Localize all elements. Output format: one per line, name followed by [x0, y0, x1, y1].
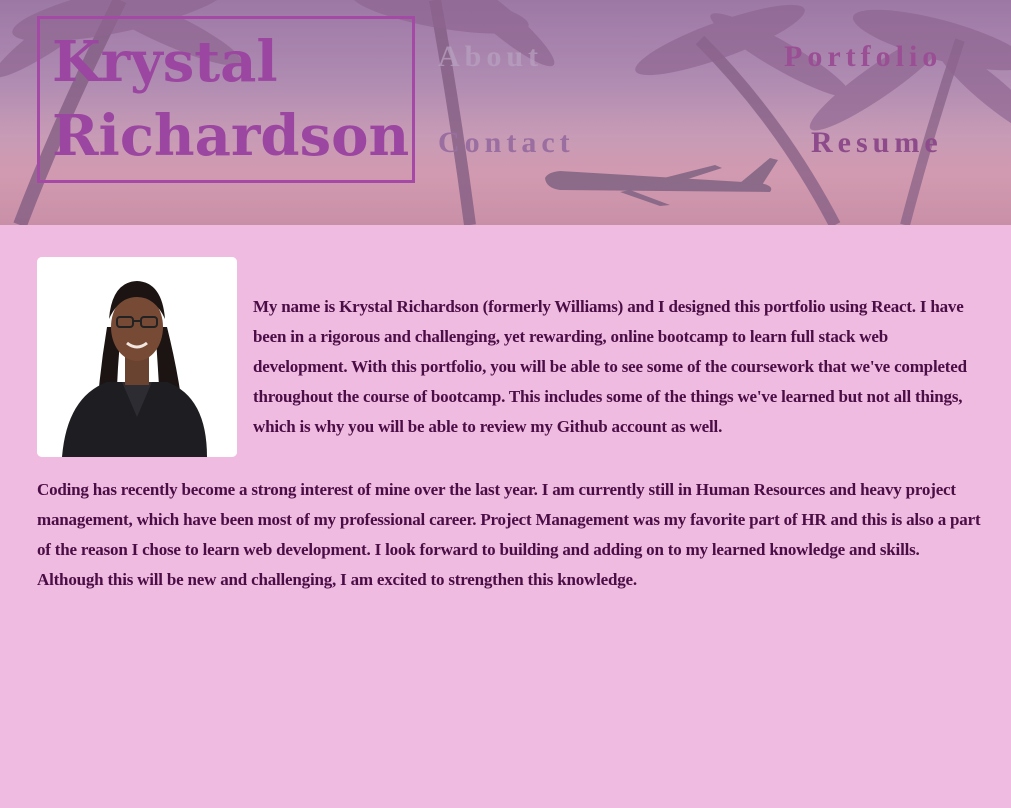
bio-paragraph-2: Coding has recently become a strong inte… — [37, 480, 981, 589]
bio-paragraph-1: My name is Krystal Richardson (formerly … — [253, 297, 967, 436]
name-logo-box[interactable]: Krystal Richardson — [37, 16, 415, 183]
profile-portrait-image — [37, 257, 237, 457]
nav-contact-link[interactable]: Contact — [438, 126, 575, 160]
main-content: My name is Krystal Richardson (formerly … — [0, 225, 1011, 808]
site-title: Krystal Richardson — [52, 29, 410, 169]
header-banner: Krystal Richardson About Portfolio Conta… — [0, 0, 1011, 225]
nav-portfolio-link[interactable]: Portfolio — [784, 40, 942, 74]
profile-photo — [37, 257, 237, 457]
nav-about-link[interactable]: About — [438, 40, 543, 74]
nav-resume-link[interactable]: Resume — [811, 126, 943, 160]
